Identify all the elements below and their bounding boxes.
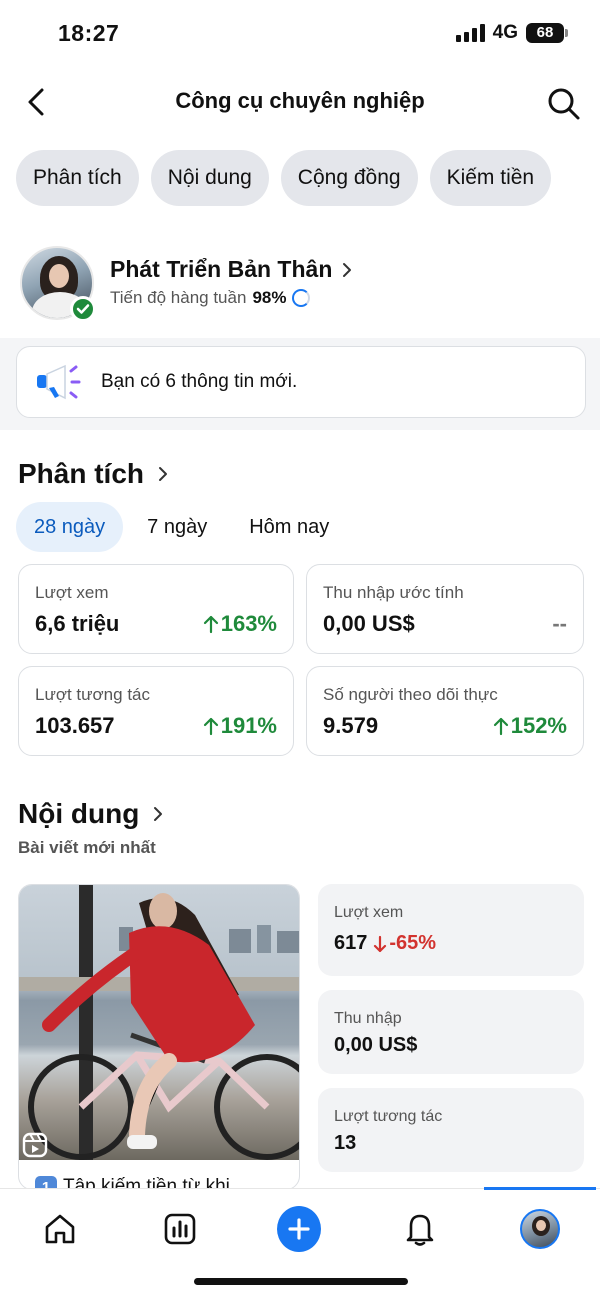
range-7-days[interactable]: 7 ngày (129, 502, 225, 552)
profile-summary[interactable]: Phát Triển Bản Thân Tiến độ hàng tuần 98… (20, 246, 580, 322)
stat-card-estimated-earnings[interactable]: Thu nhập ước tính 0,00 US$ -- (306, 564, 584, 654)
stat-value: 103.657 (35, 713, 115, 738)
chevron-right-icon (154, 807, 163, 821)
metric-label: Lượt xem (334, 904, 404, 921)
range-today[interactable]: Hôm nay (231, 502, 347, 552)
signal-icon (455, 24, 485, 42)
avatar (520, 1209, 560, 1249)
megaphone-icon (37, 364, 81, 400)
progress-ring-icon (292, 289, 311, 307)
stat-change: 163% (203, 611, 277, 637)
content-section-header[interactable]: Nội dung (18, 798, 163, 830)
nav-profile[interactable] (518, 1207, 562, 1251)
top-bar: Công cụ chuyên nghiệp (0, 80, 600, 126)
chevron-right-icon (343, 262, 352, 277)
stat-value: 6,6 triệu (35, 611, 120, 636)
status-time: 18:27 (58, 20, 120, 46)
stat-value: 0,00 US$ (323, 611, 415, 636)
notice-text: Bạn có 6 thông tin mới. (101, 371, 298, 392)
stat-card-views[interactable]: Lượt xem 6,6 triệu 163% (18, 564, 294, 654)
weekly-progress-label: Tiến độ hàng tuần (110, 288, 247, 307)
chevron-right-icon (159, 467, 168, 481)
stat-card-engagement[interactable]: Lượt tương tác 103.657 191% (18, 666, 294, 756)
analytics-title: Phân tích (18, 458, 145, 489)
battery-icon: 68 (526, 23, 568, 43)
status-bar: 18:27 4G 68 (0, 0, 600, 70)
metric-change: -65% (373, 932, 436, 955)
active-tab-indicator (484, 1187, 596, 1190)
metric-value: 13 (334, 1132, 357, 1154)
stat-label: Số người theo dõi thực (323, 685, 498, 704)
stat-change: 191% (203, 713, 277, 739)
stat-change: -- (552, 611, 567, 636)
search-icon (548, 88, 580, 120)
post-caption: 1 Tập kiếm tiền từ khi (19, 1160, 299, 1189)
insights-chart-icon (164, 1213, 196, 1245)
weekly-progress: Tiến độ hàng tuần 98% (110, 288, 311, 308)
post-metric-engagement[interactable]: Lượt tương tác 13 (318, 1088, 584, 1172)
stat-label: Lượt xem (35, 583, 109, 602)
nav-notifications[interactable] (398, 1207, 442, 1251)
range-28-days[interactable]: 28 ngày (16, 502, 124, 552)
arrow-up-icon (203, 615, 218, 634)
search-button[interactable] (544, 84, 584, 124)
stat-change: 152% (493, 713, 567, 739)
tab-content[interactable]: Nội dung (150, 150, 269, 206)
network-type: 4G (492, 22, 518, 43)
plus-icon (277, 1206, 321, 1252)
reel-icon (22, 1132, 48, 1158)
arrow-up-icon (493, 717, 508, 736)
content-title: Nội dung (18, 798, 140, 829)
stat-value: 9.579 (323, 713, 379, 738)
arrow-down-icon (374, 935, 387, 952)
metric-label: Thu nhập (334, 1010, 402, 1027)
nav-dashboard[interactable] (158, 1207, 202, 1251)
bell-icon (406, 1214, 434, 1246)
tab-community[interactable]: Cộng đồng (280, 150, 418, 206)
analytics-section-header[interactable]: Phân tích (18, 458, 168, 490)
latest-post-card[interactable]: 1 Tập kiếm tiền từ khi (18, 884, 300, 1190)
profile-name-text: Phát Triển Bản Thân (110, 256, 333, 282)
date-range-selector: 28 ngày 7 ngày Hôm nay (16, 502, 347, 552)
nav-home[interactable] (38, 1207, 82, 1251)
post-metric-views[interactable]: Lượt xem 617 -65% (318, 884, 584, 976)
nav-create[interactable] (277, 1206, 321, 1252)
home-icon (45, 1214, 75, 1244)
post-thumbnail (19, 885, 299, 1160)
new-insights-card[interactable]: Bạn có 6 thông tin mới. (16, 346, 586, 418)
verified-check-icon (70, 296, 96, 322)
content-subtitle: Bài viết mới nhất (18, 838, 156, 857)
metric-value: 0,00 US$ (334, 1034, 418, 1056)
metric-label: Lượt tương tác (334, 1108, 443, 1125)
tab-monetization[interactable]: Kiếm tiền (429, 150, 552, 206)
home-indicator[interactable] (194, 1278, 408, 1285)
tool-tabs: Phân tích Nội dung Cộng đồng Kiếm tiền (16, 150, 552, 206)
notice-area: Bạn có 6 thông tin mới. (0, 338, 600, 430)
metric-value: 617 -65% (334, 932, 437, 955)
weekly-progress-value: 98% (252, 288, 287, 307)
arrow-up-icon (203, 717, 218, 736)
stat-label: Thu nhập ước tính (323, 583, 464, 602)
profile-name[interactable]: Phát Triển Bản Thân (110, 256, 352, 283)
post-metric-earnings[interactable]: Thu nhập 0,00 US$ (318, 990, 584, 1074)
tab-analytics[interactable]: Phân tích (16, 150, 139, 206)
stat-card-net-followers[interactable]: Số người theo dõi thực 9.579 152% (306, 666, 584, 756)
page-title: Công cụ chuyên nghiệp (175, 88, 425, 113)
stat-label: Lượt tương tác (35, 685, 150, 704)
